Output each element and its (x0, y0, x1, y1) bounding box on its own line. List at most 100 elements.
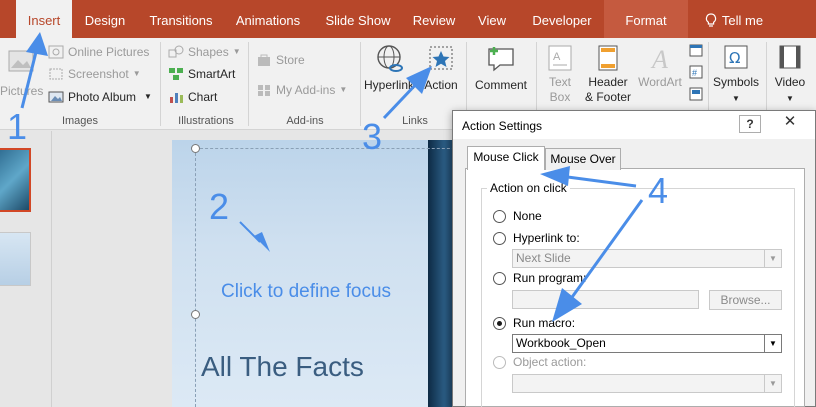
chart-button[interactable]: Chart (168, 87, 217, 107)
screenshot-button[interactable]: Screenshot ▼ (48, 64, 141, 84)
object-action-select[interactable]: ▼ (512, 374, 782, 393)
resize-handle[interactable] (191, 144, 200, 153)
tab-format[interactable]: Format (604, 0, 688, 38)
radio-label-object-action: Object action: (513, 355, 587, 369)
picture-icon (8, 50, 34, 72)
slide-title[interactable]: All The Facts (201, 351, 364, 383)
action-button[interactable]: Action (420, 44, 462, 93)
symbols-button[interactable]: Ω Symbols ▼ (710, 44, 762, 106)
group-label-illustrations: Illustrations (178, 115, 234, 127)
radio-run-program[interactable] (493, 272, 506, 285)
smartart-button[interactable]: SmartArt (168, 64, 235, 84)
tab-animations[interactable]: Animations (226, 0, 310, 38)
macro-select[interactable]: Workbook_Open ▼ (512, 334, 782, 353)
wordart-button[interactable]: A WordArt (634, 44, 686, 90)
button-label: My Add-ins (276, 83, 336, 97)
store-icon (258, 54, 270, 66)
object-button[interactable] (688, 86, 704, 102)
radio-label-run-program: Run program: (513, 271, 587, 285)
store-button[interactable]: Store (256, 50, 305, 70)
lightbulb-icon (705, 13, 717, 27)
slide-thumbnail-2[interactable] (0, 232, 31, 286)
slide-number-icon: # (689, 65, 703, 79)
hyperlink-button[interactable]: Hyperlink (364, 44, 414, 93)
tab-label: Transitions (149, 13, 213, 28)
annotation-text: Click to define focus (221, 281, 392, 302)
annotation-number-3: 3 (362, 116, 383, 157)
chevron-down-icon: ▼ (764, 375, 781, 392)
program-path-input[interactable] (512, 290, 699, 309)
button-label: Comment (474, 78, 527, 92)
button-label: Hyperlink (364, 78, 415, 92)
chevron-down-icon: ▼ (786, 94, 794, 103)
date-time-button[interactable] (688, 42, 704, 58)
button-label: Pictures (0, 84, 44, 98)
dialog-title: Action Settings (462, 119, 543, 133)
chevron-down-icon: ▼ (339, 85, 348, 94)
photo-album-icon (48, 91, 64, 103)
hyperlink-globe-icon (377, 45, 403, 72)
tab-slide-show[interactable]: Slide Show (314, 0, 402, 38)
group-legend: Action on click (487, 181, 570, 195)
video-button[interactable]: Video ▼ (768, 44, 812, 106)
film-strip-icon (779, 45, 801, 69)
tab-view[interactable]: View (466, 0, 518, 38)
annotation-number-4: 4 (648, 170, 669, 211)
slide-number-button[interactable]: # (688, 64, 704, 80)
screenshot-icon (49, 68, 63, 80)
comment-button[interactable]: Comment (470, 44, 532, 93)
help-button[interactable]: ? (739, 115, 761, 133)
button-label: & Footer (584, 90, 632, 104)
hyperlink-select[interactable]: Next Slide ▼ (512, 249, 782, 268)
group-divider (360, 42, 361, 126)
header-footer-button[interactable]: Header & Footer (582, 44, 634, 105)
photo-album-button[interactable]: Photo Album ▼ (48, 87, 152, 107)
object-icon (689, 87, 703, 101)
svg-text:A: A (553, 51, 561, 63)
tab-design[interactable]: Design (74, 0, 136, 38)
shapes-button[interactable]: Shapes ▼ (168, 42, 241, 62)
tab-insert[interactable]: Insert (16, 0, 72, 38)
button-label: Store (276, 53, 305, 67)
radio-label-none: None (513, 209, 542, 223)
tab-transitions[interactable]: Transitions (140, 0, 222, 38)
wordart-icon: A (650, 45, 668, 72)
select-value: Next Slide (516, 251, 571, 265)
text-box-button[interactable]: A Text Box (540, 44, 580, 105)
globe-picture-icon (48, 45, 64, 59)
chevron-down-icon: ▼ (764, 335, 781, 352)
button-label: Box (549, 90, 571, 104)
radio-hyperlink[interactable] (493, 232, 506, 245)
button-label: Online Pictures (68, 45, 150, 59)
resize-handle[interactable] (191, 310, 200, 319)
shapes-icon (168, 45, 184, 58)
ribbon-tab-bar: Insert Design Transitions Animations Sli… (0, 0, 816, 38)
online-pictures-button[interactable]: Online Pictures (48, 42, 149, 62)
group-divider (160, 42, 161, 126)
button-label: Video (774, 75, 806, 89)
tab-developer[interactable]: Developer (522, 0, 602, 38)
close-icon[interactable]: ✕ (765, 111, 815, 133)
tab-review[interactable]: Review (406, 0, 462, 38)
pictures-button[interactable]: Pictures (0, 48, 43, 98)
radio-none[interactable] (493, 210, 506, 223)
select-value: Workbook_Open (516, 336, 606, 350)
button-label: Action (424, 78, 458, 92)
slide-thumbnail-1[interactable] (0, 148, 31, 212)
my-addins-button[interactable]: My Add-ins ▼ (256, 80, 347, 100)
tab-label: Slide Show (325, 13, 391, 28)
tab-mouse-over[interactable]: Mouse Over (545, 148, 621, 170)
button-label: Symbols (712, 75, 759, 89)
tab-mouse-click[interactable]: Mouse Click (467, 146, 545, 170)
tell-me-box[interactable]: Tell me (694, 0, 774, 38)
radio-object-action[interactable] (493, 356, 506, 369)
calendar-icon (689, 44, 703, 57)
annotation-number-2: 2 (209, 186, 230, 227)
radio-run-macro[interactable] (493, 317, 506, 330)
comment-icon (488, 47, 514, 72)
browse-button[interactable]: Browse... (709, 290, 782, 310)
header-footer-icon (598, 45, 618, 71)
powerpoint-window: Insert Design Transitions Animations Sli… (0, 0, 816, 407)
text-box-icon: A (548, 45, 572, 71)
omega-icon: Ω (724, 45, 748, 69)
